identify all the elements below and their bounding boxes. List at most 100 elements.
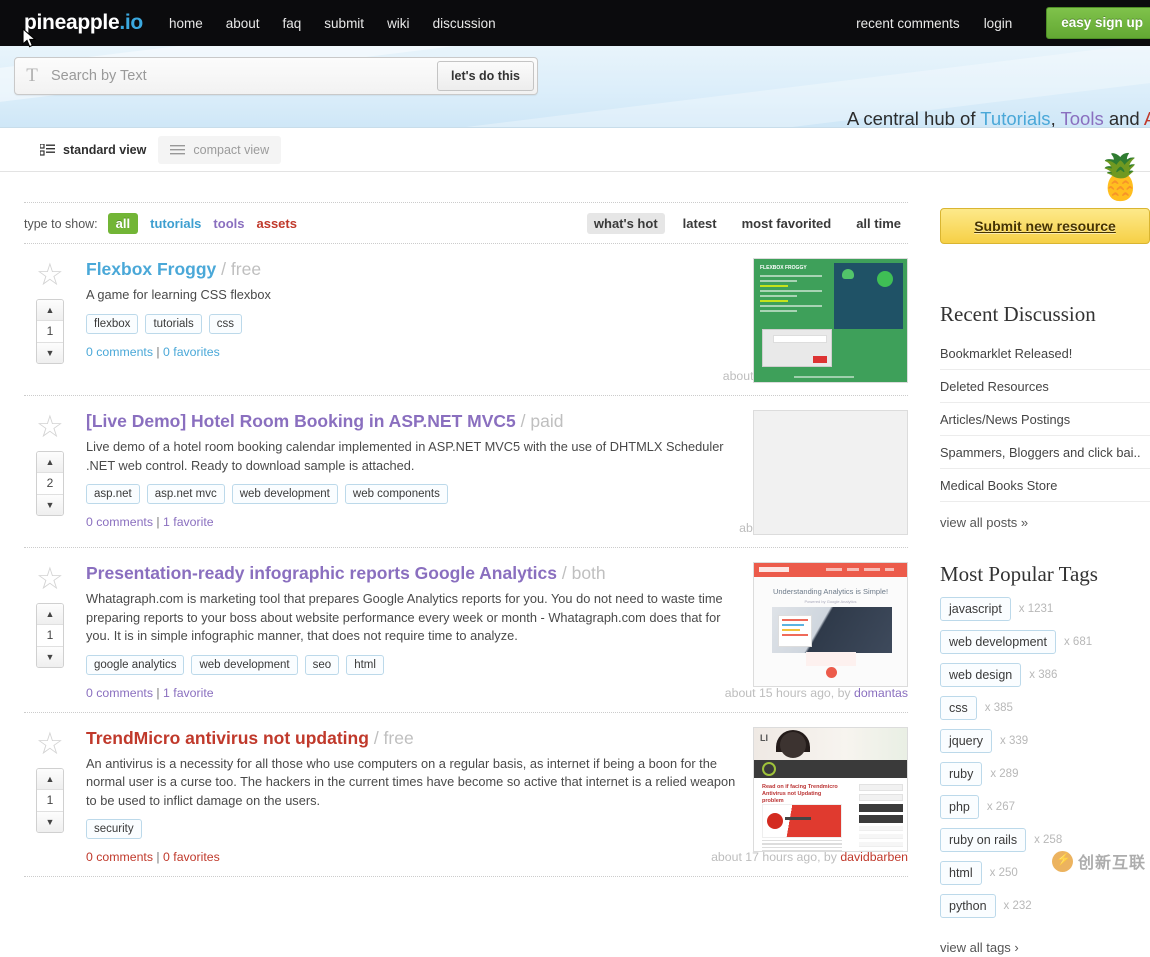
search-input[interactable] (49, 58, 437, 94)
popular-tag-row: jqueryx 339 (940, 729, 1150, 753)
resource-tag[interactable]: seo (305, 655, 340, 675)
discussion-item[interactable]: Medical Books Store (940, 469, 1150, 502)
resource-tag[interactable]: asp.net (86, 484, 140, 504)
favorite-star-icon[interactable]: ☆ (36, 729, 86, 759)
resource-tag[interactable]: tutorials (145, 314, 201, 334)
favorites-link[interactable]: 1 favorite (163, 515, 214, 529)
resource-thumbnail-wrap[interactable]: Understanding Analytics is Simple! Power… (753, 562, 908, 700)
resource-tag[interactable]: web development (191, 655, 297, 675)
resource-title-link[interactable]: [Live Demo] Hotel Room Booking in ASP.NE… (86, 411, 516, 431)
resource-thumbnail-wrap[interactable]: FLEXBOX FROGGY (753, 258, 908, 383)
favorites-link[interactable]: 1 favorite (163, 686, 214, 700)
resource-title-link[interactable]: TrendMicro antivirus not updating (86, 728, 369, 748)
discussion-item[interactable]: Deleted Resources (940, 370, 1150, 403)
sort-latest[interactable]: latest (676, 213, 724, 234)
author-link[interactable]: domantas (854, 686, 908, 700)
comments-link[interactable]: 0 comments (86, 850, 153, 864)
favorites-link[interactable]: 0 favorites (163, 345, 220, 359)
sort-whats-hot[interactable]: what's hot (587, 213, 665, 234)
nav-link-login[interactable]: login (984, 16, 1013, 31)
filter-type-tools[interactable]: tools (213, 216, 244, 231)
sort-all-time[interactable]: all time (849, 213, 908, 234)
downvote-button[interactable]: ▼ (37, 494, 63, 515)
resource-tag[interactable]: css (209, 314, 242, 334)
comments-link[interactable]: 0 comments (86, 515, 153, 529)
popular-tag[interactable]: html (940, 861, 982, 885)
discussion-item[interactable]: Bookmarklet Released! (940, 337, 1150, 370)
upvote-button[interactable]: ▲ (37, 452, 63, 473)
vote-count: 1 (37, 625, 63, 646)
resource-title-link[interactable]: Presentation-ready infographic reports G… (86, 563, 557, 583)
nav-link-home[interactable]: home (169, 16, 203, 31)
resource-tag[interactable]: google analytics (86, 655, 184, 675)
resource-tag[interactable]: asp.net mvc (147, 484, 225, 504)
popular-tag[interactable]: php (940, 795, 979, 819)
upvote-button[interactable]: ▲ (37, 300, 63, 321)
vote-widget: ▲ 1 ▼ (36, 768, 64, 833)
popular-tag[interactable]: ruby on rails (940, 828, 1026, 852)
discussion-item[interactable]: Spammers, Bloggers and click bai.. (940, 436, 1150, 469)
resource-thumbnail[interactable]: LI Read on if facing Trendmicro Antiviru… (753, 727, 908, 852)
vote-column: ☆ ▲ 2 ▼ (24, 410, 86, 535)
resource-description: Live demo of a hotel room booking calend… (86, 438, 741, 475)
popular-tag[interactable]: ruby (940, 762, 982, 786)
favorite-star-icon[interactable]: ☆ (36, 412, 86, 442)
resource-row: ☆ ▲ 1 ▼ Presentation-ready infographic r… (24, 548, 908, 713)
author-link[interactable]: davidbarben (840, 850, 908, 864)
easy-sign-up-button[interactable]: easy sign up (1046, 7, 1150, 39)
upvote-button[interactable]: ▲ (37, 604, 63, 625)
popular-tag[interactable]: python (940, 894, 996, 918)
favorite-star-icon[interactable]: ☆ (36, 260, 86, 290)
popular-tag-row: htmlx 250 (940, 861, 1150, 885)
popular-tag[interactable]: jquery (940, 729, 992, 753)
downvote-button[interactable]: ▼ (37, 811, 63, 832)
resource-thumbnail-wrap[interactable]: LI Read on if facing Trendmicro Antiviru… (753, 727, 908, 865)
resource-title: [Live Demo] Hotel Room Booking in ASP.NE… (86, 410, 741, 432)
resource-tag[interactable]: security (86, 819, 142, 839)
popular-tag[interactable]: css (940, 696, 977, 720)
downvote-button[interactable]: ▼ (37, 342, 63, 363)
resource-thumbnail[interactable] (753, 410, 908, 535)
resource-thumbnail-wrap[interactable] (753, 410, 908, 535)
popular-tag[interactable]: javascript (940, 597, 1011, 621)
popular-tag[interactable]: web development (940, 630, 1056, 654)
resource-title-link[interactable]: Flexbox Froggy (86, 259, 216, 279)
thumb-froggy-frog (842, 269, 854, 279)
favorites-link[interactable]: 0 favorites (163, 850, 220, 864)
nav-link-faq[interactable]: faq (283, 16, 302, 31)
filter-type-tutorials[interactable]: tutorials (150, 216, 201, 231)
comments-link[interactable]: 0 comments (86, 686, 153, 700)
resource-thumbnail[interactable]: FLEXBOX FROGGY (753, 258, 908, 383)
comments-link[interactable]: 0 comments (86, 345, 153, 359)
discussion-item[interactable]: Articles/News Postings (940, 403, 1150, 436)
filter-type-all[interactable]: all (108, 213, 138, 234)
upvote-button[interactable]: ▲ (37, 769, 63, 790)
thumb-froggy-text (760, 275, 822, 315)
view-all-tags-link[interactable]: view all tags › (940, 940, 1019, 955)
nav-link-recent-comments[interactable]: recent comments (856, 16, 960, 31)
nav-link-wiki[interactable]: wiki (387, 16, 410, 31)
nav-link-discussion[interactable]: discussion (433, 16, 496, 31)
nav-link-about[interactable]: about (226, 16, 260, 31)
favorite-star-icon[interactable]: ☆ (36, 564, 86, 594)
thumb-froggy-button (813, 356, 827, 363)
site-logo[interactable]: pineapple.io (24, 11, 143, 35)
resource-tag[interactable]: web development (232, 484, 338, 504)
filter-type-assets[interactable]: assets (256, 216, 296, 231)
tab-standard-view[interactable]: standard view (28, 136, 158, 164)
downvote-button[interactable]: ▼ (37, 646, 63, 667)
popular-tags-list: javascriptx 1231 web developmentx 681 we… (940, 597, 1150, 957)
resource-tag-list: security (86, 819, 741, 839)
search-submit-button[interactable]: let's do this (437, 61, 534, 91)
resource-tag[interactable]: html (346, 655, 384, 675)
tab-compact-view[interactable]: compact view (158, 136, 281, 164)
nav-link-submit[interactable]: submit (324, 16, 364, 31)
sort-most-favorited[interactable]: most favorited (735, 213, 839, 234)
resource-thumbnail[interactable]: Understanding Analytics is Simple! Power… (753, 562, 908, 687)
resource-list: ☆ ▲ 1 ▼ Flexbox Froggy / free A game for… (24, 244, 908, 877)
resource-tag[interactable]: web components (345, 484, 448, 504)
popular-tag[interactable]: web design (940, 663, 1021, 687)
resource-tag[interactable]: flexbox (86, 314, 138, 334)
submit-new-resource-button[interactable]: Submit new resource (940, 208, 1150, 244)
view-all-posts-link[interactable]: view all posts » (940, 515, 1028, 530)
